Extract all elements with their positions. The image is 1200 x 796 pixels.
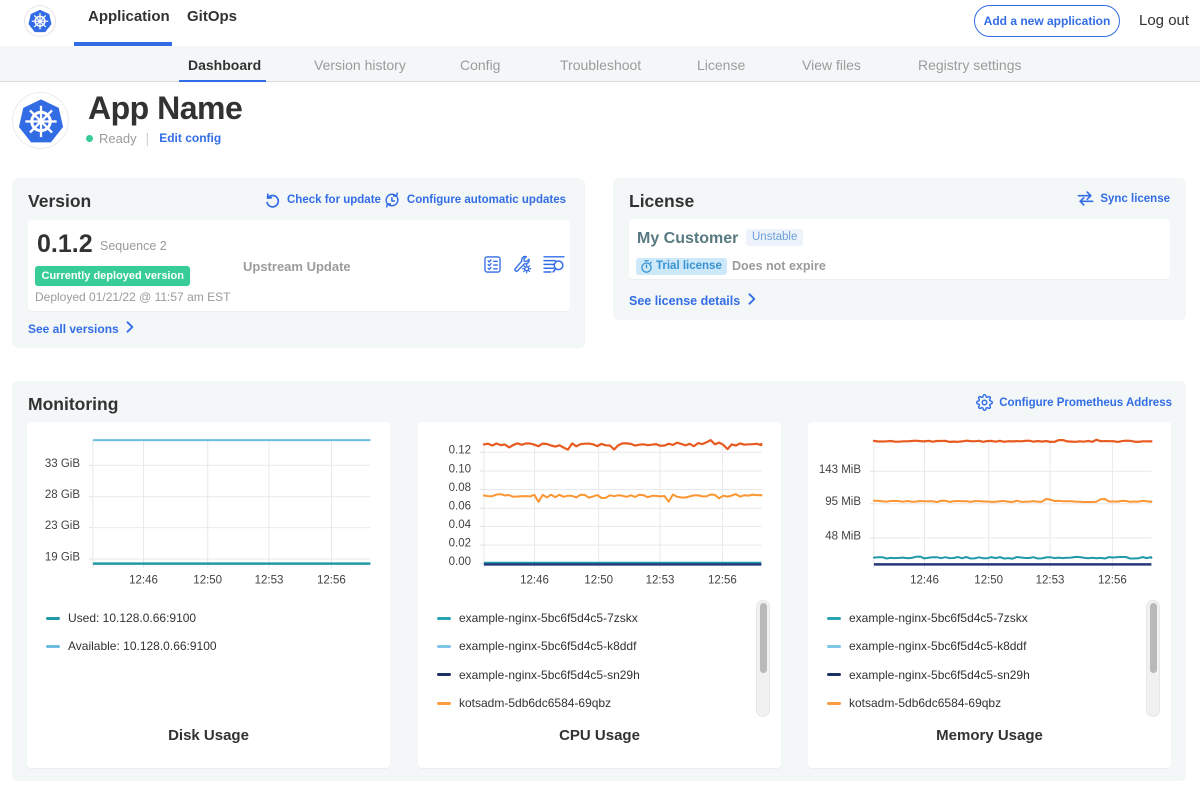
svg-text:12:46: 12:46 [910, 575, 939, 587]
svg-text:12:56: 12:56 [1098, 575, 1127, 587]
svg-text:12:53: 12:53 [255, 575, 284, 587]
svg-text:0.06: 0.06 [449, 500, 471, 512]
svg-text:12:50: 12:50 [584, 575, 613, 587]
svg-text:0.08: 0.08 [449, 482, 471, 494]
svg-text:12:56: 12:56 [317, 575, 346, 587]
svg-text:19 GiB: 19 GiB [45, 552, 80, 564]
svg-text:12:46: 12:46 [520, 575, 549, 587]
svg-text:23 GiB: 23 GiB [45, 520, 80, 532]
svg-text:0.04: 0.04 [449, 519, 472, 531]
svg-text:95 MiB: 95 MiB [825, 496, 861, 508]
svg-text:33 GiB: 33 GiB [45, 458, 80, 470]
svg-text:12:53: 12:53 [1036, 575, 1065, 587]
svg-text:28 GiB: 28 GiB [45, 489, 80, 501]
svg-text:143 MiB: 143 MiB [819, 464, 862, 476]
svg-text:12:53: 12:53 [646, 575, 675, 587]
svg-text:12:50: 12:50 [974, 575, 1003, 587]
svg-text:0.02: 0.02 [449, 538, 471, 550]
svg-text:12:46: 12:46 [129, 575, 158, 587]
svg-text:0.00: 0.00 [449, 556, 471, 568]
svg-text:12:50: 12:50 [193, 575, 222, 587]
svg-text:0.10: 0.10 [449, 463, 471, 475]
svg-text:12:56: 12:56 [708, 575, 737, 587]
svg-text:48 MiB: 48 MiB [825, 530, 861, 542]
svg-text:0.12: 0.12 [449, 445, 471, 457]
